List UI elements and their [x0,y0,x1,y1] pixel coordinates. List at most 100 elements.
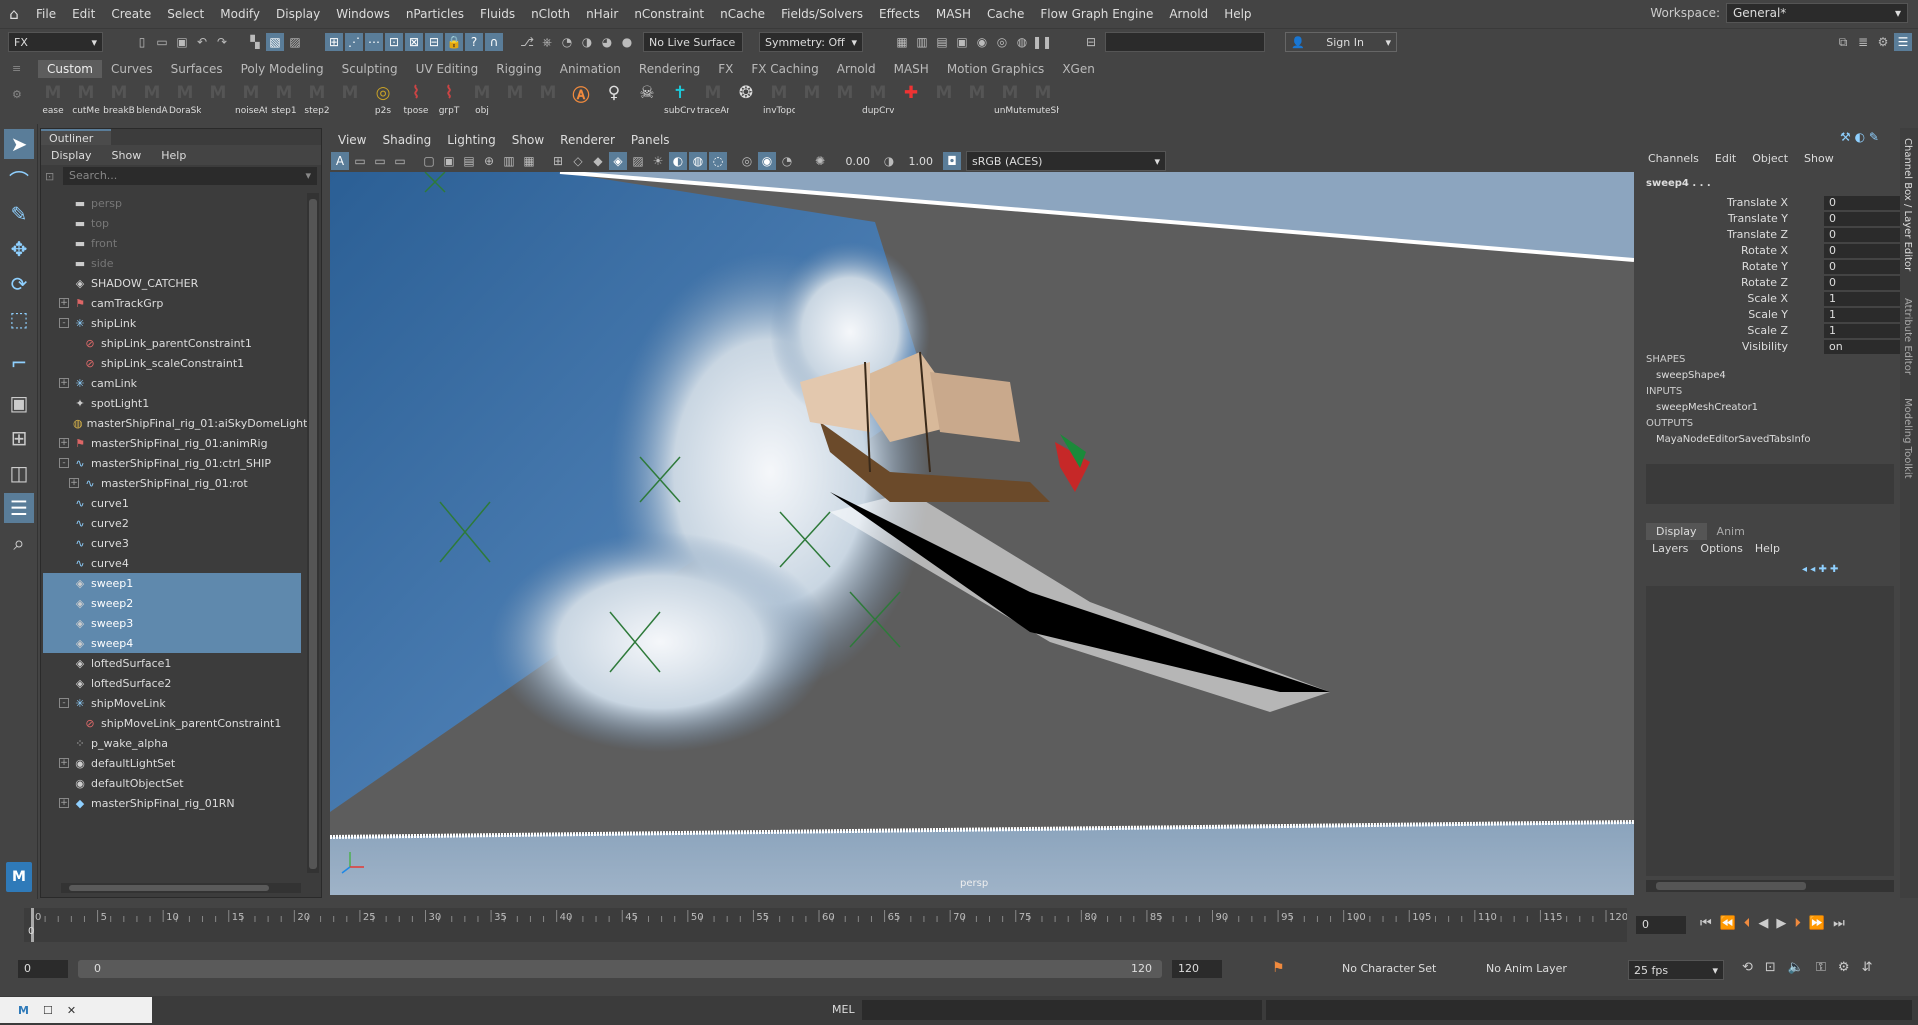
outliner-item[interactable]: ⊘ shipLink_parentConstraint1 [43,333,301,353]
preferences-icon[interactable]: ⚙ [1838,960,1850,975]
collapse-icon[interactable]: - [59,458,69,468]
four-pane-icon[interactable]: ⊞ [4,423,34,453]
shelf-button-ease-0[interactable]: Mease [38,80,68,118]
anim-layer-dropdown[interactable]: No Anim Layer [1480,960,1608,978]
paint-select-icon[interactable]: ✎ [4,199,34,229]
shelf-tab-poly-modeling[interactable]: Poly Modeling [232,60,333,78]
channel-value[interactable]: 0 [1824,228,1900,242]
shelf-button-tool-5[interactable]: M [203,80,233,118]
shelf-button-breakB-2[interactable]: MbreakB [103,80,135,118]
render-view-icon[interactable]: ▦ [893,33,911,51]
current-frame-field[interactable]: 0 [1636,916,1686,934]
step-back-key-icon[interactable]: ⏪ [1720,916,1736,931]
outliner-item[interactable]: + ∿ masterShipFinal_rig_01:rot [43,473,301,493]
channel-name[interactable]: Scale Z [1747,324,1788,337]
menu-ncloth[interactable]: nCloth [523,0,578,28]
image-plane-icon[interactable]: ▭ [391,152,409,170]
shelf-button-obj-13[interactable]: Mobj [467,80,497,118]
outliner-item[interactable]: ◈ SHADOW_CATCHER [43,273,301,293]
shelf-button-tool-26[interactable]: ✚ [896,80,926,118]
outliner-item[interactable]: + ◉ defaultLightSet [43,753,301,773]
shelf-button-muteSh-30[interactable]: MmuteSh [1027,80,1059,118]
viewport-3d[interactable]: persp [330,172,1634,895]
channel-value[interactable]: 0 [1824,212,1900,226]
outliner-item[interactable]: ▬ persp [43,193,301,213]
channel-value[interactable]: 1 [1824,292,1900,306]
help-line-icon[interactable]: ? [465,33,483,51]
render-frame-icon[interactable]: ▥ [913,33,931,51]
safe-title-icon[interactable]: ▦ [520,152,538,170]
outliner-item[interactable]: + ⚑ masterShipFinal_rig_01:animRig [43,433,301,453]
layer-menu-layers[interactable]: Layers [1652,542,1688,555]
expand-icon[interactable]: + [59,438,69,448]
channel-value[interactable]: on [1824,340,1900,354]
tab-display[interactable]: Display [1646,523,1707,540]
move-layer-down-icon[interactable]: ◂ [1810,564,1815,575]
channel-name[interactable]: Rotate X [1741,244,1788,257]
shelf-button-tool-21[interactable]: ❂ [731,80,761,118]
construction-history-icon[interactable]: ⎈ [538,33,556,51]
two-pane-icon[interactable]: ◫ [4,458,34,488]
arnold-render-icon[interactable]: ◎ [993,33,1011,51]
shelf-button-tool-18[interactable]: ☠ [632,80,662,118]
bookmark-icon[interactable]: ▭ [371,152,389,170]
menu-nhair[interactable]: nHair [578,0,626,28]
channel-menu-object[interactable]: Object [1752,152,1788,165]
mel-label[interactable]: MEL [832,1003,855,1016]
channel-name[interactable]: Rotate Z [1741,276,1788,289]
shelf-button-subCrvl-19[interactable]: ✝ subCrvl [664,80,696,118]
viewport-menu-show[interactable]: Show [504,133,552,147]
menu-cache[interactable]: Cache [979,0,1032,28]
gamma-icon[interactable]: ◑ [880,152,898,170]
outliner-item[interactable]: - ✳ shipMoveLink [43,693,301,713]
rotate-tool-icon[interactable]: ⟳ [4,269,34,299]
multisample-icon[interactable]: ◔ [778,152,796,170]
menu-display[interactable]: Display [268,0,328,28]
start-frame-field[interactable]: 0 [18,960,68,978]
play-backward-icon[interactable]: ◀ [1758,916,1768,931]
shelf-button-tool-9[interactable]: M [335,80,365,118]
shelf-tab-xgen[interactable]: XGen [1053,60,1104,78]
save-scene-icon[interactable]: ▣ [173,33,191,51]
outliner-menu-show[interactable]: Show [102,149,152,162]
audio-icon[interactable]: 🔈 [1788,960,1804,975]
outliner-item[interactable]: ∿ curve3 [43,533,301,553]
shelf-tab-uv-editing[interactable]: UV Editing [407,60,488,78]
outliner-item[interactable]: ◈ loftedSurface2 [43,673,301,693]
outliner-item[interactable]: ⁘ p_wake_alpha [43,733,301,753]
shelf-button-traceAn-20[interactable]: MtraceAn [697,80,729,118]
channel-menu-edit[interactable]: Edit [1715,152,1736,165]
shelf-button-step2-8[interactable]: Mstep2 [302,80,332,118]
pin-icon[interactable]: ✎ [1869,130,1879,144]
outliner-item[interactable]: ∿ curve1 [43,493,301,513]
play-forward-icon[interactable]: ▶ [1776,916,1786,931]
outliner-item[interactable]: ⊘ shipMoveLink_parentConstraint1 [43,713,301,733]
new-layer-icon[interactable]: ✚ [1818,564,1826,575]
new-scene-icon[interactable]: ▯ [133,33,151,51]
viewport-menu-panels[interactable]: Panels [623,133,678,147]
color-management-icon[interactable]: ◘ [943,152,961,170]
outliner-item[interactable]: + ✳ camLink [43,373,301,393]
film-gate-icon[interactable]: ▢ [420,152,438,170]
select-object-icon[interactable]: ▧ [266,33,284,51]
outliner-item[interactable]: ✦ spotLight1 [43,393,301,413]
search-icon[interactable]: ⌕ [4,528,34,558]
snap-surface-icon[interactable]: ⊠ [405,33,423,51]
side-tab-channel-box[interactable]: Channel Box / Layer Editor [1902,138,1913,271]
single-pane-icon[interactable]: ▣ [4,388,34,418]
move-layer-up-icon[interactable]: ◂ [1802,564,1807,575]
shelf-tab-fx-caching[interactable]: FX Caching [742,60,827,78]
end-frame-field[interactable]: 120 [1172,960,1222,978]
last-tool-icon[interactable]: ⌐ [4,348,34,378]
outliner-item[interactable]: ◈ sweep4 [43,633,301,653]
filter-icon[interactable]: ⊡ [45,170,63,183]
side-tab-modeling-toolkit[interactable]: Modeling Toolkit [1902,398,1913,479]
lock-icon[interactable]: 🔒 [445,33,463,51]
input-node[interactable]: sweepMeshCreator1 [1656,402,1758,413]
symmetry-dropdown[interactable]: Symmetry: Off ▾ [759,32,863,52]
shelf-tab-rendering[interactable]: Rendering [630,60,709,78]
select-camera-icon[interactable]: A [331,152,349,170]
outliner-item[interactable]: ▬ top [43,213,301,233]
menu-nparticles[interactable]: nParticles [398,0,472,28]
outliner-item[interactable]: ◈ loftedSurface1 [43,653,301,673]
